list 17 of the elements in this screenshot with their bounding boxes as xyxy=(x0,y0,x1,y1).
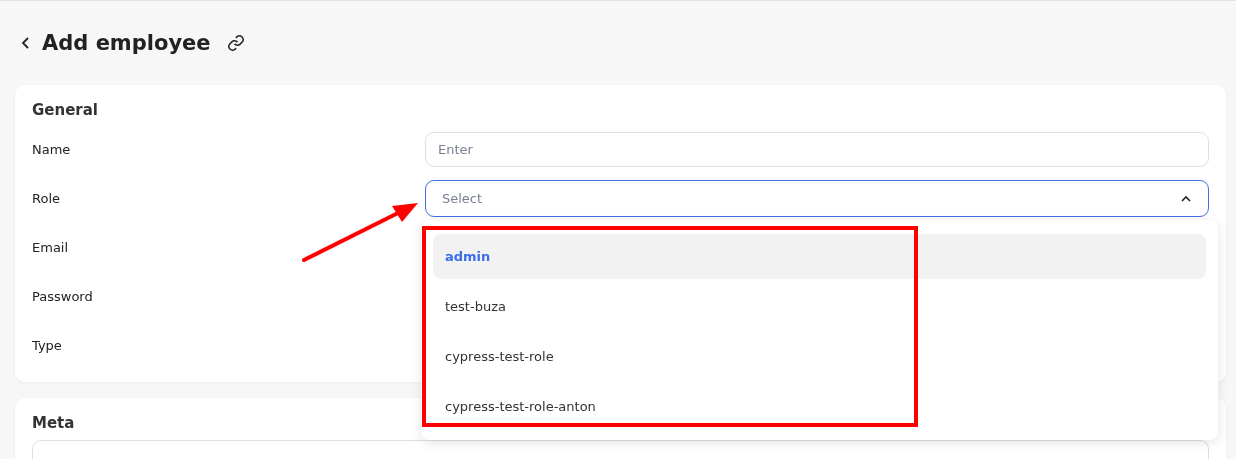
field-label: Type xyxy=(32,338,63,353)
link-icon[interactable] xyxy=(226,34,245,52)
back-icon[interactable] xyxy=(20,36,32,50)
select-field[interactable]: Select xyxy=(425,180,1209,217)
field-label: Password xyxy=(32,289,94,304)
section-title: General xyxy=(32,101,99,119)
dropdown-option[interactable]: admin xyxy=(433,234,1206,279)
input-field[interactable]: Enter xyxy=(425,132,1209,167)
field-label: Name xyxy=(32,142,72,157)
page-title: Add employee xyxy=(42,31,211,55)
section-title: Meta xyxy=(32,414,76,432)
chevron-icon xyxy=(1180,194,1192,203)
dropdown-option[interactable]: test-buza xyxy=(433,284,1206,329)
dropdown-option[interactable]: cypress-test-role xyxy=(433,334,1206,379)
field-label: Email xyxy=(32,240,70,255)
field-label: Role xyxy=(32,191,61,206)
dropdown-option[interactable]: cypress-test-role-anton xyxy=(433,384,1206,429)
